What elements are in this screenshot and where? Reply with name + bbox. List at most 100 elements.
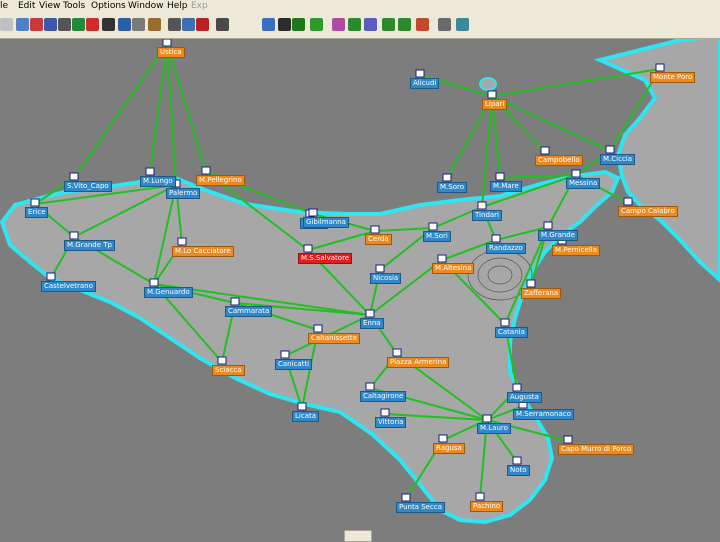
color-icon[interactable] — [416, 18, 429, 31]
site-label-m-altesina[interactable]: M.Altesina — [432, 263, 475, 274]
site-label-m-grande[interactable]: M.Grande — [538, 230, 579, 241]
tower-icon — [230, 297, 240, 306]
stop-icon[interactable] — [86, 18, 99, 31]
text-icon[interactable] — [292, 18, 305, 31]
site-label-capo-murro-di-porco[interactable]: Capo Murro di Porco — [558, 444, 635, 455]
site-label-catania[interactable]: Catania — [495, 327, 528, 338]
site-label-m-s-salvatore[interactable]: M.S.Salvatore — [298, 253, 353, 264]
site-label-cerda[interactable]: Cerda — [365, 234, 392, 245]
site-label-m-sori[interactable]: M.Sori — [423, 231, 451, 242]
site-label-alicudi[interactable]: Alicudi — [410, 78, 440, 89]
menu-view[interactable]: View — [39, 1, 60, 11]
site-label-m-genuardo[interactable]: M.Genuardo — [144, 287, 193, 298]
site-label-m-grande-tp[interactable]: M.Grande Tp — [64, 240, 115, 251]
route-icon[interactable] — [364, 18, 377, 31]
site-label-ragusa[interactable]: Ragusa — [433, 443, 465, 454]
hand-icon[interactable] — [148, 18, 161, 31]
tower-icon — [415, 69, 425, 78]
site-label-randazzo[interactable]: Randazzo — [486, 243, 526, 254]
tower-icon — [512, 383, 522, 392]
tower-icon[interactable] — [102, 18, 115, 31]
site-label-messina[interactable]: Messina — [566, 178, 601, 189]
picture-icon[interactable] — [456, 18, 469, 31]
print-icon[interactable] — [58, 18, 71, 31]
tower-icon — [375, 264, 385, 273]
site-label-cammarata[interactable]: Cammarata — [225, 306, 273, 317]
links-icon[interactable] — [262, 18, 275, 31]
site-label-m-pellegrino[interactable]: M.Pellegrino — [196, 175, 245, 186]
site-label-noto[interactable]: Noto — [507, 465, 530, 476]
layers-icon[interactable] — [438, 18, 451, 31]
site-label-canicatti[interactable]: Canicatti — [275, 359, 313, 370]
profile-icon[interactable] — [278, 18, 291, 31]
circle-icon[interactable] — [382, 18, 395, 31]
tower-icon — [308, 208, 318, 217]
pdf-icon[interactable] — [196, 18, 209, 31]
tower-icon — [46, 272, 56, 281]
menu-help[interactable]: Help — [167, 1, 188, 11]
menu-options[interactable]: Options — [91, 1, 126, 11]
site-label-m-mare[interactable]: M.Mare — [490, 181, 522, 192]
map-canvas[interactable] — [0, 39, 720, 540]
menu-le[interactable]: le — [0, 1, 8, 11]
site-label-vittoria[interactable]: Vittoria — [375, 417, 407, 428]
site-label-monte-poro[interactable]: Monte Poro — [650, 72, 696, 83]
menu-bar: le Edit View Tools Options Window Help Exp — [0, 0, 720, 15]
site-label-m-lo-cacciatore[interactable]: M.Lo Cacciatore — [172, 246, 234, 257]
site-label-augusta[interactable]: Augusta — [507, 392, 542, 403]
site-label-licata[interactable]: Licata — [292, 411, 320, 422]
tower-icon — [442, 173, 452, 182]
site-label-punta-secca[interactable]: Punta Secca — [396, 502, 445, 513]
new-icon[interactable] — [0, 18, 13, 31]
tower-icon — [655, 63, 665, 72]
site-label-caltagirone[interactable]: Caltagirone — [360, 391, 407, 402]
site-label-tindari[interactable]: Tindari — [472, 210, 502, 221]
menu-edit[interactable]: Edit — [18, 1, 35, 11]
tower-icon — [428, 222, 438, 231]
site-label-enna[interactable]: Enna — [360, 318, 384, 329]
tower-icon — [69, 172, 79, 181]
site-label-m-serramonaco[interactable]: M.Serramonaco — [513, 409, 574, 420]
menu-tools[interactable]: Tools — [63, 1, 85, 11]
site-label-m-lungo[interactable]: M.Lungo — [140, 176, 176, 187]
site-label-piazza-armerina[interactable]: Piazza Armerina — [387, 357, 450, 368]
site-label-palermo[interactable]: Palermo — [166, 188, 201, 199]
tower-icon — [540, 146, 550, 155]
site-label-lipari[interactable]: Lipari — [482, 99, 508, 110]
line-icon[interactable] — [398, 18, 411, 31]
tower-icon — [380, 408, 390, 417]
tower-icon — [526, 279, 536, 288]
site-label-s-vito-capo[interactable]: S.Vito_Capo — [64, 181, 112, 192]
network-icon[interactable] — [216, 18, 229, 31]
tower-icon — [482, 414, 492, 423]
menu-window[interactable]: Window — [128, 1, 164, 11]
back-arrow-icon[interactable] — [118, 18, 131, 31]
globe-icon[interactable] — [72, 18, 85, 31]
site-label-pachino[interactable]: Pachino — [470, 501, 504, 512]
map-icon[interactable] — [16, 18, 29, 31]
site-label-caltanissetta[interactable]: Caltanissetta — [308, 333, 360, 344]
chart-icon[interactable] — [332, 18, 345, 31]
site-label-campobello[interactable]: Campobello — [535, 155, 583, 166]
site-label-m-ciccia[interactable]: M.Ciccia — [600, 154, 636, 165]
site-label-campo-calabro[interactable]: Campo Calabro — [618, 206, 678, 217]
site-label-m-soro[interactable]: M.Soro — [437, 182, 467, 193]
zoom-icon[interactable] — [132, 18, 145, 31]
grid-icon[interactable] — [348, 18, 361, 31]
site-label-erice[interactable]: Erice — [25, 207, 49, 218]
site-label-zafferana[interactable]: Zafferana — [521, 288, 562, 299]
image-icon[interactable] — [310, 18, 323, 31]
rulers-icon[interactable] — [168, 18, 181, 31]
table-icon[interactable] — [182, 18, 195, 31]
menu-exp[interactable]: Exp — [191, 1, 208, 11]
site-label-ustica[interactable]: Ustica — [157, 47, 185, 58]
save-icon[interactable] — [44, 18, 57, 31]
site-label-sciacca[interactable]: Sciacca — [212, 365, 245, 376]
close-map-icon[interactable] — [30, 18, 43, 31]
site-label-m-pernicella[interactable]: M.Pernicella — [552, 245, 601, 256]
site-label-castelvetrano[interactable]: Castelvetrano — [41, 281, 96, 292]
tower-icon — [313, 324, 323, 333]
site-label-m-lauro[interactable]: M.Lauro — [477, 423, 511, 434]
site-label-gibilmanna[interactable]: Gibilmanna — [303, 217, 349, 228]
site-label-nicosia[interactable]: Nicosia — [370, 273, 402, 284]
